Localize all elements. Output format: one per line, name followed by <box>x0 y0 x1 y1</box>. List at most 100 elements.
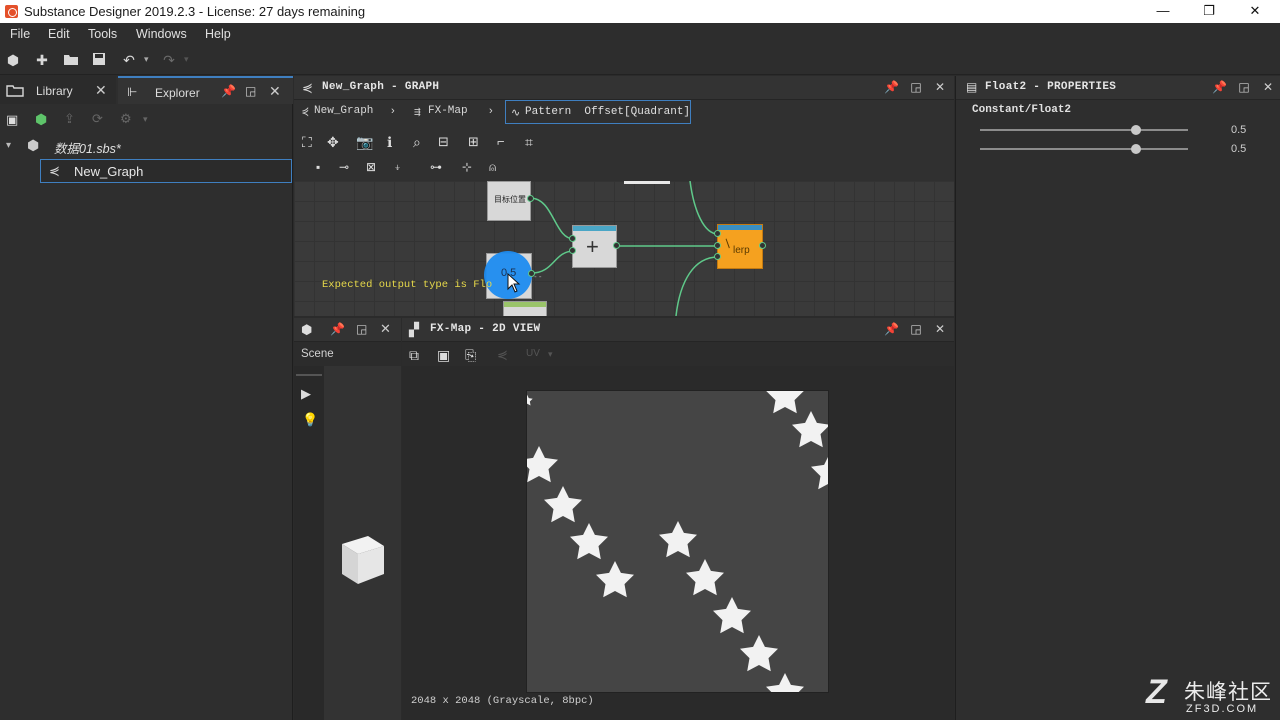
close-window-button[interactable]: ✕ <box>1245 2 1265 20</box>
copy-image-icon[interactable]: ⧉ <box>409 347 419 364</box>
pin-node-icon[interactable]: ⍖ <box>394 160 401 175</box>
save-image-icon[interactable]: ▣ <box>437 347 450 364</box>
close-icon[interactable]: ✕ <box>933 322 947 336</box>
menu-windows[interactable]: Windows <box>136 27 187 41</box>
save-package-icon[interactable]: ▣ <box>6 112 18 128</box>
pin-icon[interactable]: 📌 <box>330 322 345 336</box>
output-port[interactable] <box>759 242 766 249</box>
slider-handle[interactable] <box>1131 125 1141 135</box>
camera-icon[interactable]: 📷 <box>356 134 373 151</box>
slider-handle[interactable] <box>1131 144 1141 154</box>
menu-edit[interactable]: Edit <box>48 27 70 41</box>
reload-icon[interactable]: ⟳ <box>92 111 103 127</box>
scene-menu[interactable]: Scene <box>301 348 334 360</box>
reroute-icon[interactable]: ⊶ <box>430 160 442 174</box>
2d-view-icon: ▞ <box>409 322 419 337</box>
search-icon[interactable]: ⌕ <box>413 134 421 151</box>
save-icon[interactable] <box>91 52 107 68</box>
pin-icon[interactable]: 📌 <box>1212 80 1227 94</box>
split-icon[interactable]: ⊹ <box>462 160 472 174</box>
input-port[interactable] <box>569 247 576 254</box>
maximize-button[interactable]: ❐ <box>1199 2 1219 20</box>
undo-icon[interactable]: ↶ <box>121 52 137 68</box>
float-window-icon[interactable]: ◲ <box>356 322 367 336</box>
minimize-button[interactable]: — <box>1153 2 1173 20</box>
float-window-icon[interactable]: ◲ <box>909 80 923 94</box>
float-window-icon[interactable]: ◲ <box>909 322 923 336</box>
3d-view-header: ⬢ 📌 ◲ ✕ <box>294 318 401 342</box>
float-window-icon[interactable]: ◲ <box>1237 80 1251 94</box>
input-port[interactable] <box>714 242 721 249</box>
output-port[interactable] <box>527 195 534 202</box>
pin-icon[interactable]: 📌 <box>884 80 899 94</box>
graph-node-position[interactable]: 目标位置 <box>487 181 531 221</box>
comment-icon[interactable]: ▪ <box>316 160 320 174</box>
pan-icon[interactable]: ✥ <box>327 134 339 151</box>
breadcrumb-new-graph[interactable]: New_Graph <box>314 105 373 117</box>
share-icon[interactable]: ⋞ <box>497 347 508 363</box>
input-port[interactable] <box>569 235 576 242</box>
publish-icon[interactable]: ⇪ <box>64 111 75 127</box>
link-nodes-icon[interactable]: ⊞ <box>468 134 479 150</box>
close-icon[interactable]: ✕ <box>269 83 281 100</box>
tree-item-new-graph[interactable]: ⋞ New_Graph <box>40 159 292 183</box>
frame-all-icon[interactable]: ⛶ <box>302 134 312 151</box>
float2-slider-y[interactable]: 0.5 <box>956 141 1280 157</box>
info-icon[interactable]: ℹ <box>387 134 392 151</box>
tree-package-file[interactable]: 数据01.sbs* <box>54 138 121 157</box>
chevron-down-icon[interactable]: ▾ <box>548 349 553 360</box>
package-cube-icon: ⬢ <box>27 137 40 153</box>
expand-chevron-icon[interactable]: ▾ <box>6 140 11 151</box>
input-port[interactable] <box>714 253 721 260</box>
export-icon[interactable]: ⎘ <box>465 347 476 364</box>
camera-icon[interactable]: ▶ <box>301 386 311 402</box>
new-item-icon[interactable]: ⬢ <box>35 111 47 128</box>
uv-dropdown[interactable]: UV <box>526 348 540 359</box>
graph-node-add[interactable]: + <box>572 225 617 268</box>
menu-help[interactable]: Help <box>205 27 231 41</box>
pin-icon[interactable]: 📌 <box>221 84 236 98</box>
connector-style-icon[interactable]: ⌐ <box>497 134 505 149</box>
lerp-slash-icon: / <box>722 236 734 251</box>
graph-node-lerp[interactable]: / lerp <box>717 224 763 269</box>
breadcrumb-pattern-offset[interactable]: ∿ Pattern Offset[Quadrant] <box>505 100 691 124</box>
light-bulb-icon[interactable]: 💡 <box>302 412 318 428</box>
menu-file[interactable]: File <box>10 27 30 41</box>
wire-icon[interactable]: ⍝ <box>489 160 496 175</box>
node-connections <box>529 181 719 316</box>
close-icon[interactable]: ✕ <box>95 82 107 99</box>
dot-node-icon[interactable]: ⊸ <box>339 160 349 174</box>
graph-canvas[interactable]: 目标位置 + 0.5 - - / lerp Expected output ty… <box>294 181 954 316</box>
graph-panel-header: ⋞ New_Graph - GRAPH 📌 ◲ ✕ <box>294 76 954 100</box>
graph-icon: ⋞ <box>302 80 313 95</box>
new-package-icon[interactable]: ⬢ <box>5 52 21 68</box>
float2-slider-x[interactable]: 0.5 <box>956 122 1280 138</box>
crop-icon[interactable]: ⌗ <box>525 134 533 151</box>
tab-library[interactable]: Library ✕ <box>0 76 116 104</box>
graph-node-below[interactable] <box>503 301 547 316</box>
output-port[interactable] <box>613 242 620 249</box>
slider-value-x[interactable]: 0.5 <box>1231 124 1246 136</box>
redo-icon[interactable]: ↷ <box>161 52 177 68</box>
settings-gear-icon[interactable]: ⚙ <box>120 111 132 127</box>
close-icon[interactable]: ✕ <box>1261 80 1275 94</box>
slider-value-y[interactable]: 0.5 <box>1231 143 1246 155</box>
pattern-icon: ∿ <box>511 108 521 120</box>
close-icon[interactable]: ✕ <box>933 80 947 94</box>
menu-tools[interactable]: Tools <box>88 27 117 41</box>
pin-icon[interactable]: 📌 <box>884 322 899 336</box>
align-nodes-icon[interactable]: ⊟ <box>438 134 449 150</box>
redo-dropdown-icon[interactable]: ▾ <box>184 54 189 65</box>
open-folder-icon[interactable] <box>63 52 79 68</box>
close-icon[interactable]: ✕ <box>380 321 391 337</box>
tree-icon: ⊩ <box>127 85 138 99</box>
undo-dropdown-icon[interactable]: ▾ <box>144 54 149 65</box>
tab-explorer[interactable]: ⊩ Explorer 📌 ◲ ✕ <box>118 76 293 104</box>
breadcrumb-fx-map[interactable]: FX-Map <box>428 105 468 117</box>
chevron-down-icon[interactable]: ▾ <box>143 114 148 125</box>
float-window-icon[interactable]: ◲ <box>245 84 256 98</box>
frame-icon[interactable]: ⊠ <box>366 160 376 174</box>
input-port[interactable] <box>714 230 721 237</box>
new-graph-icon[interactable]: ✚ <box>34 52 50 68</box>
3d-viewport[interactable] <box>324 366 401 720</box>
